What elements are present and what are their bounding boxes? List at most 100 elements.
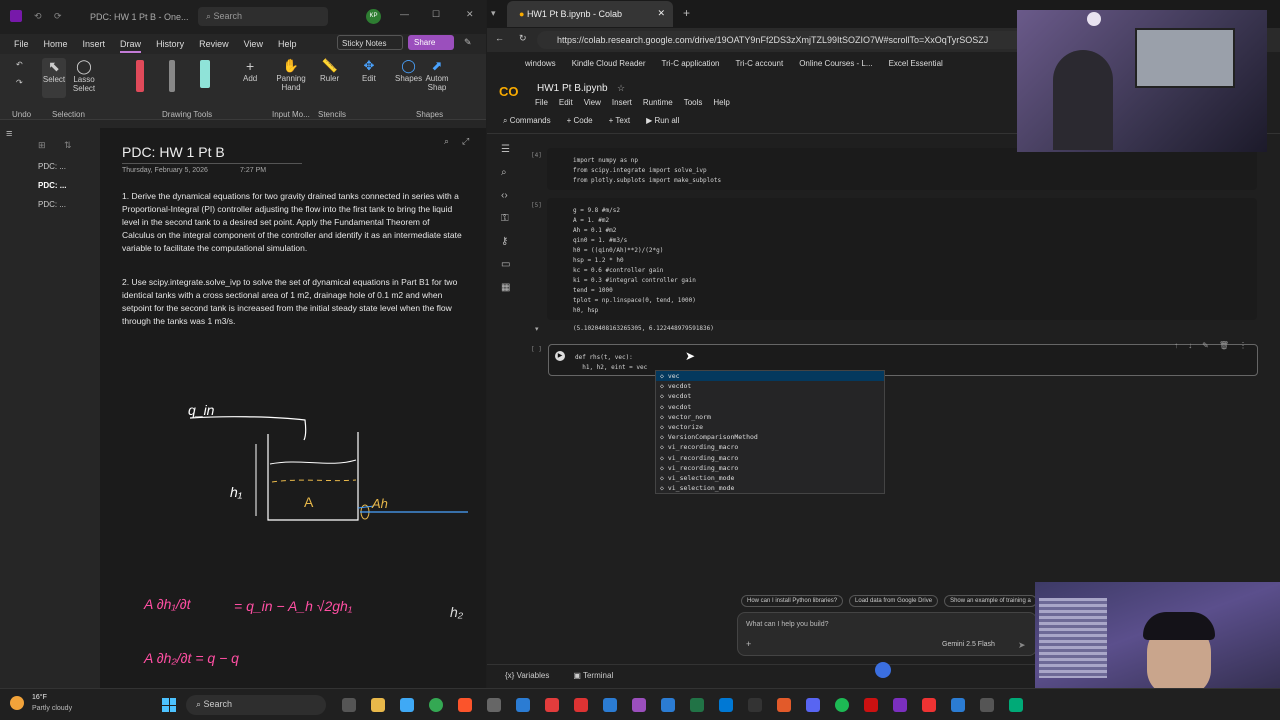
suggestion-chip[interactable]: Show an example of training a <box>944 595 1037 607</box>
menu-tools[interactable]: Tools <box>684 98 703 107</box>
panning-hand-button[interactable]: ✋ Panning Hand <box>276 58 306 92</box>
app-icon-23[interactable] <box>980 698 994 712</box>
add-text-button[interactable]: + Text <box>609 116 630 126</box>
weather-icon[interactable] <box>10 696 24 710</box>
move-up-icon[interactable]: ↑ <box>1174 341 1178 350</box>
onenote-icon[interactable] <box>632 698 646 712</box>
new-tab-icon[interactable]: + <box>683 6 690 20</box>
sort-icon[interactable]: ⇅ <box>64 140 72 151</box>
app-icon-8[interactable] <box>545 698 559 712</box>
tab-home[interactable]: Home <box>44 39 68 49</box>
pencil-icon[interactable] <box>169 60 175 92</box>
tab-draw[interactable]: Draw <box>120 39 142 53</box>
bookmark-tric-account[interactable]: Tri-C account <box>735 59 783 68</box>
menu-file[interactable]: File <box>535 98 548 107</box>
code-snippets-icon[interactable]: ‹› <box>501 190 510 201</box>
word-icon[interactable] <box>661 698 675 712</box>
spotify-icon[interactable] <box>835 698 849 712</box>
zoom-icon[interactable]: ⌕ <box>444 136 449 147</box>
edit-button[interactable]: ✥ Edit <box>362 58 376 83</box>
back-icon[interactable]: ⟲ <box>34 11 42 22</box>
cell1-code[interactable]: import numpy as np from scipy.integrate … <box>573 156 1231 186</box>
autocomplete-item[interactable]: ◇ vi_recording_macro <box>656 463 884 473</box>
bookmark-online-courses[interactable]: Online Courses - L... <box>799 59 872 68</box>
task-view-icon[interactable] <box>342 698 356 712</box>
tab-review[interactable]: Review <box>199 39 229 49</box>
note-page[interactable]: ⌕ ⤢ PDC: HW 1 Pt B Thursday, February 5,… <box>100 128 486 688</box>
link-icon[interactable]: ✎ <box>1202 341 1209 350</box>
page-item-1[interactable]: PDC: ... <box>38 162 66 171</box>
commands-button[interactable]: ⌕ Commands <box>503 116 551 126</box>
excel-icon[interactable] <box>690 698 704 712</box>
tab-view[interactable]: View <box>244 39 263 49</box>
notebook-filename[interactable]: HW1 Pt B.ipynb <box>537 83 608 94</box>
vscode-icon[interactable] <box>719 698 733 712</box>
back-arrow-icon[interactable]: ← <box>495 33 504 43</box>
file-explorer-icon[interactable] <box>371 698 385 712</box>
highlighter-icon[interactable] <box>200 60 210 88</box>
browser-tab[interactable]: ● HW1 Pt B.ipynb - Colab ✕ <box>507 1 673 27</box>
attach-icon[interactable]: + <box>746 639 751 649</box>
brave-icon[interactable] <box>458 698 472 712</box>
gemini-fab-icon[interactable] <box>875 662 891 678</box>
autocomplete-item[interactable]: ◇ vec <box>656 371 884 382</box>
run-cell-icon[interactable]: ▶ <box>555 351 565 361</box>
reload-icon[interactable]: ↻ <box>519 33 527 44</box>
sticky-notes-button[interactable]: Sticky Notes <box>337 35 403 50</box>
move-down-icon[interactable]: ↓ <box>1188 341 1192 350</box>
shapes-button[interactable]: ◯ Shapes <box>395 58 422 83</box>
tab-list-icon[interactable]: ▾ <box>491 8 496 19</box>
tab-close-icon[interactable]: ✕ <box>657 8 665 19</box>
avatar[interactable]: KP <box>366 9 381 24</box>
minimize-icon[interactable]: — <box>400 9 409 19</box>
outlook-icon[interactable] <box>603 698 617 712</box>
toc-icon[interactable]: ☰ <box>501 144 510 155</box>
suggestion-chip[interactable]: How can I install Python libraries? <box>741 595 844 607</box>
star-icon[interactable]: ☆ <box>617 83 625 94</box>
onenote-search[interactable]: ⌕ Search <box>198 7 328 26</box>
colab-logo[interactable]: CO <box>499 84 519 99</box>
secrets-icon[interactable]: ⚿ <box>501 213 510 224</box>
model-selector[interactable]: Gemini 2.5 Flash <box>942 641 995 648</box>
app-icon-7[interactable] <box>516 698 530 712</box>
taskbar-search[interactable]: ⌕ Search <box>186 695 326 715</box>
table-icon[interactable]: ▦ <box>501 282 510 293</box>
hamburger-icon[interactable]: ≡ <box>6 128 12 140</box>
tab-history[interactable]: History <box>156 39 184 49</box>
select-button[interactable]: ⬉ Select <box>42 58 66 98</box>
start-icon[interactable] <box>162 698 176 712</box>
redo-icon[interactable]: ⟳ <box>54 11 62 22</box>
address-bar[interactable]: https://colab.research.google.com/drive/… <box>537 31 1097 49</box>
pen-icon[interactable]: ✎ <box>464 37 472 48</box>
app-icon-9[interactable] <box>574 698 588 712</box>
tab-insert[interactable]: Insert <box>83 39 106 49</box>
autocomplete-item[interactable]: ◇ vi_recording_macro <box>656 442 884 452</box>
ruler-button[interactable]: 📏 Ruler <box>320 58 339 83</box>
autocomplete-item[interactable]: ◇ vector_norm <box>656 412 884 422</box>
maximize-icon[interactable]: ☐ <box>432 9 440 20</box>
menu-insert[interactable]: Insert <box>612 98 632 107</box>
code-cell-1[interactable]: import numpy as np from scipy.integrate … <box>547 148 1257 190</box>
autocomplete-item[interactable]: ◇ vi_selection_mode <box>656 483 884 493</box>
expand-icon[interactable]: ⤢ <box>462 136 469 147</box>
collapse-output-icon[interactable]: ▾ <box>535 325 539 333</box>
store-icon[interactable] <box>487 698 501 712</box>
folder-icon[interactable]: ▭ <box>501 259 510 270</box>
menu-view[interactable]: View <box>584 98 601 107</box>
app-icon-20[interactable] <box>893 698 907 712</box>
app-icon-24[interactable] <box>1009 698 1023 712</box>
gemini-input[interactable]: What can I help you build? <box>746 621 829 628</box>
edge-icon[interactable] <box>400 698 414 712</box>
menu-help[interactable]: Help <box>713 98 729 107</box>
tab-help[interactable]: Help <box>278 39 297 49</box>
search-icon[interactable]: ⌕ <box>501 167 510 178</box>
lasso-select-button[interactable]: ◯ Lasso Select <box>72 58 96 93</box>
terminal-tab[interactable]: ▣ Terminal <box>573 671 613 682</box>
suggestion-chip[interactable]: Load data from Google Drive <box>849 595 939 607</box>
page-item-3[interactable]: PDC: ... <box>38 200 66 209</box>
run-all-button[interactable]: ▶ Run all <box>646 116 679 126</box>
autocomplete-item[interactable]: ◇ vi_selection_mode <box>656 473 884 483</box>
autocomplete-item[interactable]: ◇ vectorize <box>656 422 884 432</box>
redo-ribbon-icon[interactable]: ↷ <box>16 78 23 87</box>
send-icon[interactable]: ➤ <box>1018 640 1026 651</box>
